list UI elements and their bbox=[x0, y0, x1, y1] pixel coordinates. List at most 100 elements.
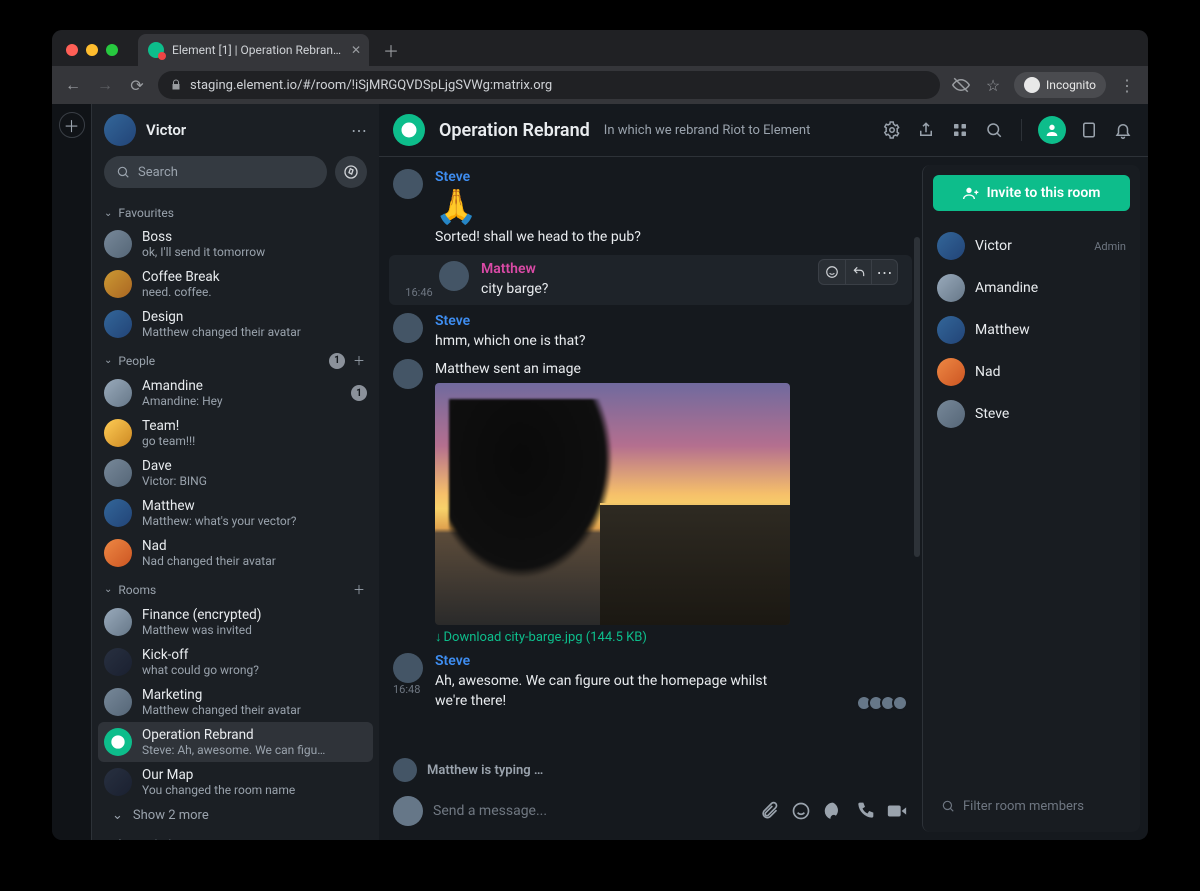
sender-avatar[interactable] bbox=[393, 313, 423, 343]
minimize-window-button[interactable] bbox=[86, 44, 98, 56]
avatar bbox=[104, 539, 132, 567]
message: Steve hmm, which one is that? bbox=[379, 309, 922, 355]
incognito-badge[interactable]: Incognito bbox=[1014, 72, 1106, 98]
room-tile[interactable]: DaveVictor: BING bbox=[92, 453, 379, 493]
settings-icon[interactable] bbox=[881, 119, 903, 141]
member-item[interactable]: Steve bbox=[923, 393, 1140, 435]
invite-button[interactable]: Invite to this room bbox=[933, 175, 1130, 211]
member-filter-input[interactable]: Filter room members bbox=[933, 790, 1130, 822]
incognito-label: Incognito bbox=[1046, 78, 1096, 92]
room-tile[interactable]: AmandineAmandine: Hey1 bbox=[92, 373, 379, 413]
room-tile[interactable]: DesignMatthew changed their avatar bbox=[92, 304, 379, 344]
scrollbar[interactable] bbox=[914, 237, 920, 557]
reload-button[interactable]: ⟳ bbox=[126, 74, 148, 96]
browser-menu-button[interactable]: ⋮ bbox=[1116, 74, 1138, 96]
voice-call-icon[interactable] bbox=[854, 801, 876, 821]
room-tile[interactable]: NadNad changed their avatar bbox=[92, 533, 379, 573]
room-tile-selected[interactable]: Operation RebrandSteve: Ah, awesome. We … bbox=[98, 722, 373, 762]
search-placeholder: Search bbox=[138, 165, 178, 180]
user-avatar[interactable] bbox=[104, 114, 136, 146]
room-tile[interactable]: Finance (encrypted)Matthew was invited bbox=[92, 602, 379, 642]
user-menu-button[interactable]: ⋯ bbox=[351, 121, 367, 140]
section-low-priority[interactable]: ⌄ Low priority bbox=[92, 829, 379, 840]
video-call-icon[interactable] bbox=[886, 800, 908, 822]
room-tile[interactable]: Coffee Breakneed. coffee. bbox=[92, 264, 379, 304]
chevron-down-icon: ⌄ bbox=[112, 808, 123, 823]
room-avatar[interactable] bbox=[393, 114, 425, 146]
message-actions: ⋯ bbox=[818, 259, 898, 285]
member-item[interactable]: VictorAdmin bbox=[923, 225, 1140, 267]
attach-icon[interactable] bbox=[758, 801, 780, 821]
main-panel: Operation Rebrand In which we rebrand Ri… bbox=[379, 104, 1148, 840]
member-name: Victor bbox=[975, 238, 1012, 254]
member-name: Steve bbox=[975, 406, 1009, 422]
avatar bbox=[937, 232, 965, 260]
sticker-icon[interactable] bbox=[822, 801, 844, 821]
room-title: Nad bbox=[142, 538, 276, 554]
react-button[interactable] bbox=[819, 260, 845, 284]
member-item[interactable]: Matthew bbox=[923, 309, 1140, 351]
nav-forward-button[interactable]: → bbox=[94, 74, 116, 96]
room-title: Amandine bbox=[142, 378, 223, 394]
add-room-button[interactable]: ＋ bbox=[351, 581, 367, 598]
room-content: Steve 🙏 Sorted! shall we head to the pub… bbox=[379, 157, 1148, 840]
download-link[interactable]: ↓Download city-barge.jpg (144.5 KB) bbox=[435, 629, 647, 645]
avatar bbox=[937, 400, 965, 428]
nav-back-button[interactable]: ← bbox=[62, 74, 84, 96]
notifications-icon[interactable] bbox=[1112, 119, 1134, 141]
filter-placeholder: Filter room members bbox=[963, 799, 1084, 814]
avatar bbox=[104, 419, 132, 447]
sender-avatar[interactable] bbox=[393, 169, 423, 199]
zoom-window-button[interactable] bbox=[106, 44, 118, 56]
sender-avatar[interactable] bbox=[393, 359, 423, 389]
files-icon[interactable] bbox=[1078, 119, 1100, 141]
search-room-icon[interactable] bbox=[983, 119, 1005, 141]
composer-input[interactable]: Send a message... bbox=[433, 803, 748, 819]
read-receipts[interactable] bbox=[860, 695, 908, 711]
message-image-thumbnail[interactable] bbox=[435, 383, 790, 625]
room-tile[interactable]: MarketingMatthew changed their avatar bbox=[92, 682, 379, 722]
close-tab-icon[interactable]: ✕ bbox=[351, 43, 361, 57]
reply-button[interactable] bbox=[845, 260, 871, 284]
room-tile[interactable]: Our MapYou changed the room name bbox=[92, 762, 379, 802]
add-person-button[interactable]: ＋ bbox=[351, 352, 367, 369]
sender-name[interactable]: Steve bbox=[435, 313, 902, 329]
sender-name[interactable]: Steve bbox=[435, 653, 902, 669]
create-space-button[interactable]: ＋ bbox=[59, 112, 85, 138]
section-favourites[interactable]: ⌄ Favourites bbox=[92, 198, 379, 224]
eye-off-icon[interactable] bbox=[950, 74, 972, 96]
show-more-button[interactable]: ⌄ Show 2 more bbox=[92, 802, 379, 829]
explore-button[interactable] bbox=[335, 156, 367, 188]
room-tile[interactable]: MatthewMatthew: what's your vector? bbox=[92, 493, 379, 533]
section-people[interactable]: ⌄ People 1 ＋ bbox=[92, 344, 379, 373]
message-composer: Send a message... bbox=[379, 788, 922, 840]
sender-avatar[interactable] bbox=[439, 261, 469, 291]
browser-tab[interactable]: Element [1] | Operation Rebran… ✕ bbox=[138, 34, 369, 66]
member-panel: Invite to this room VictorAdmin Amandine… bbox=[922, 165, 1140, 832]
message-list[interactable]: Steve 🙏 Sorted! shall we head to the pub… bbox=[379, 157, 922, 752]
member-item[interactable]: Amandine bbox=[923, 267, 1140, 309]
emoji-icon[interactable] bbox=[790, 801, 812, 821]
room-tile[interactable]: Bossok, I'll send it tomorrow bbox=[92, 224, 379, 264]
bookmark-star-icon[interactable]: ☆ bbox=[982, 74, 1004, 96]
new-tab-button[interactable]: ＋ bbox=[377, 36, 405, 64]
members-button[interactable] bbox=[1038, 116, 1066, 144]
message-body: Sorted! shall we head to the pub? bbox=[435, 227, 902, 247]
room-tile[interactable]: Team!go team!!! bbox=[92, 413, 379, 453]
address-bar[interactable]: staging.element.io/#/room/!iSjMRGQVDSpLj… bbox=[158, 71, 940, 99]
message-hovered: 16:46 Matthew city barge? ⋯ bbox=[389, 255, 912, 305]
more-options-button[interactable]: ⋯ bbox=[871, 260, 897, 284]
share-icon[interactable] bbox=[915, 119, 937, 141]
close-window-button[interactable] bbox=[66, 44, 78, 56]
room-tile[interactable]: Kick-offwhat could go wrong? bbox=[92, 642, 379, 682]
room-header: Operation Rebrand In which we rebrand Ri… bbox=[379, 104, 1148, 157]
sender-name[interactable]: Steve bbox=[435, 169, 902, 185]
avatar bbox=[104, 310, 132, 338]
search-input[interactable]: Search bbox=[104, 156, 327, 188]
section-rooms[interactable]: ⌄ Rooms ＋ bbox=[92, 573, 379, 602]
apps-icon[interactable] bbox=[949, 119, 971, 141]
member-item[interactable]: Nad bbox=[923, 351, 1140, 393]
url-text: staging.element.io/#/room/!iSjMRGQVDSpLj… bbox=[190, 78, 552, 93]
download-label: Download city-barge.jpg (144.5 KB) bbox=[444, 630, 647, 645]
sender-avatar[interactable] bbox=[393, 653, 423, 683]
